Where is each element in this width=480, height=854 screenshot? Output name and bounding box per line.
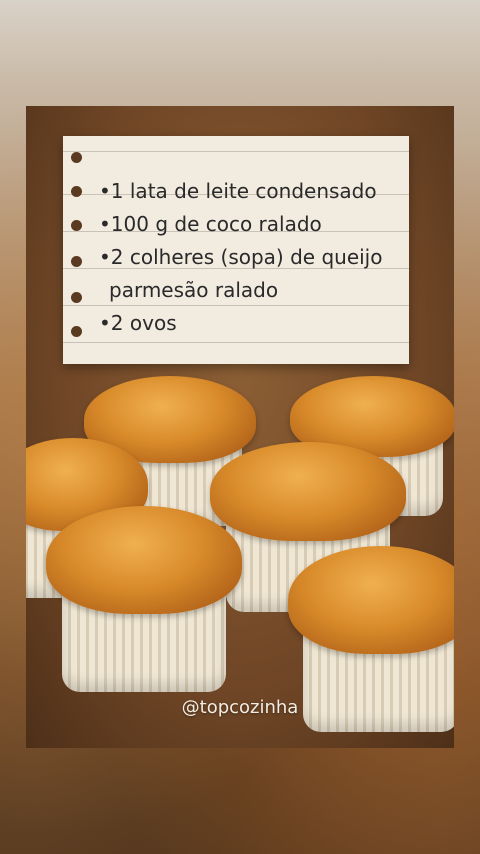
binder-hole [71, 292, 82, 303]
binder-hole [71, 256, 82, 267]
binder-hole [71, 186, 82, 197]
binder-hole [71, 326, 82, 337]
ingredient-item-continuation: parmesão ralado [109, 278, 279, 302]
binder-hole [71, 220, 82, 231]
account-handle: @topcozinha [181, 697, 299, 718]
ingredient-item: •1 lata de leite condensado [99, 179, 377, 203]
ingredient-item: •2 ovos [99, 311, 177, 335]
muffin [46, 506, 242, 692]
binder-hole [71, 152, 82, 163]
ingredient-item: •2 colheres (sopa) de queijo [99, 245, 383, 269]
ingredient-list: •1 lata de leite condensado •100 g de co… [99, 175, 382, 340]
ingredient-item: •100 g de coco ralado [99, 212, 322, 236]
recipe-note-card: •1 lata de leite condensado •100 g de co… [63, 136, 409, 364]
